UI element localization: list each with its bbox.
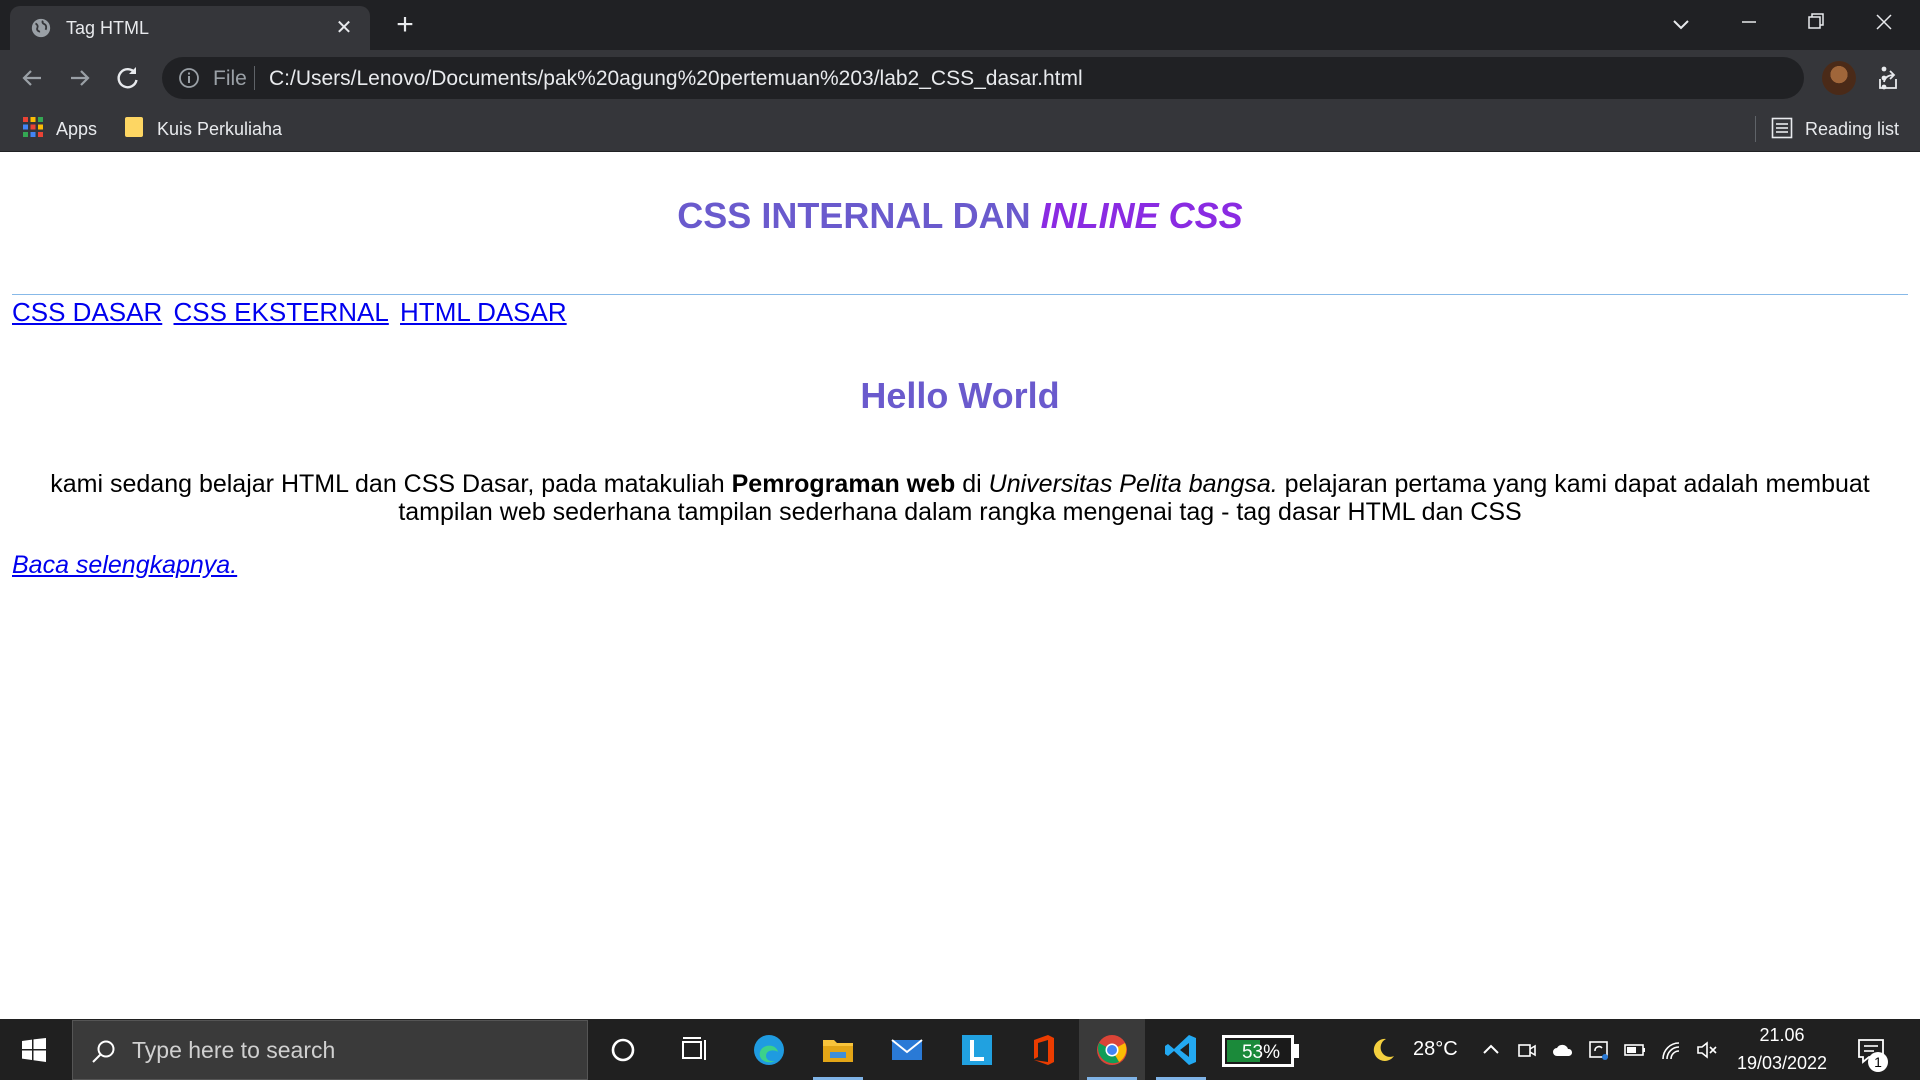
bookmark-apps[interactable]: Apps	[56, 114, 97, 144]
link-css-eksternal[interactable]: CSS EKSTERNAL	[174, 297, 389, 327]
battery-body: 53%	[1222, 1035, 1294, 1067]
clock-time[interactable]: 21.06	[1740, 1025, 1824, 1046]
tab-title: Tag HTML	[66, 18, 150, 38]
info-icon[interactable]	[178, 67, 200, 89]
link-css-dasar[interactable]: CSS DASAR	[12, 297, 162, 327]
browser-tab-strip: Tag HTML ✕ +	[0, 0, 1920, 50]
bookmark-kuis-perkuliaha[interactable]: Kuis Perkuliaha	[157, 114, 282, 144]
power-battery-icon[interactable]	[1623, 1038, 1647, 1062]
read-more-link[interactable]: Baca selengkapnya.	[12, 551, 237, 580]
battery-percent: 53%	[1241, 1042, 1281, 1063]
battery-tip	[1294, 1044, 1299, 1058]
address-bar[interactable]: File C:/Users/Lenovo/Documents/pak%20agu…	[162, 57, 1897, 99]
speaker-muted-icon[interactable]	[1695, 1038, 1719, 1062]
reading-list-icon	[1771, 117, 1793, 139]
profile-avatar[interactable]	[1822, 61, 1856, 95]
window-minimize-icon[interactable]	[1714, 0, 1782, 44]
omnibox-divider	[254, 66, 255, 90]
browser-toolbar: File C:/Users/Lenovo/Documents/pak%20agu…	[0, 50, 1920, 106]
browser-tab[interactable]: Tag HTML ✕	[10, 6, 370, 50]
page-nav-links: CSS DASAR CSS EKSTERNAL HTML DASAR	[12, 295, 571, 329]
search-placeholder: Type here to search	[132, 1037, 336, 1063]
intro-paragraph: kami sedang belajar HTML dan CSS Dasar, …	[12, 470, 1908, 526]
reading-list-button[interactable]: Reading list	[1805, 114, 1899, 144]
tab-search-chevron-icon[interactable]	[1666, 10, 1696, 40]
link-html-dasar[interactable]: HTML DASAR	[400, 297, 567, 327]
notification-count-badge: 1	[1868, 1052, 1888, 1072]
paragraph-bold: Pemrograman web	[731, 470, 956, 498]
meet-now-icon[interactable]	[1515, 1038, 1539, 1062]
tab-close-icon[interactable]: ✕	[332, 16, 356, 40]
chevron-up-icon[interactable]	[1479, 1038, 1503, 1062]
wifi-icon[interactable]	[1659, 1038, 1683, 1062]
windows-taskbar: Type here to search 53% 28°C 21.06 19/03…	[0, 1019, 1920, 1080]
mail-icon[interactable]	[874, 1019, 940, 1080]
taskbar-search-box[interactable]: Type here to search	[72, 1020, 588, 1080]
apps-grid-icon[interactable]	[22, 116, 44, 138]
vscode-icon[interactable]	[1148, 1019, 1214, 1080]
bookmarks-divider	[1755, 116, 1756, 142]
temperature[interactable]: 28°C	[1413, 1038, 1458, 1061]
chrome-icon[interactable]	[1079, 1019, 1145, 1080]
back-arrow-icon[interactable]	[16, 62, 48, 94]
kebab-menu-icon[interactable]	[1876, 64, 1892, 92]
task-view-icon[interactable]	[662, 1019, 728, 1080]
scheme-label: File	[213, 67, 247, 90]
office-icon[interactable]	[1011, 1019, 1077, 1080]
bookmarks-bar: Apps Kuis Perkuliaha Reading list	[0, 106, 1920, 152]
cortana-icon[interactable]	[590, 1019, 656, 1080]
search-icon	[92, 1040, 115, 1063]
sync-app-icon[interactable]	[1587, 1038, 1611, 1062]
onedrive-cloud-icon[interactable]	[1551, 1038, 1575, 1062]
clock-date[interactable]: 19/03/2022	[1734, 1053, 1830, 1074]
new-tab-icon[interactable]: +	[390, 10, 420, 40]
url-text[interactable]: C:/Users/Lenovo/Documents/pak%20agung%20…	[269, 67, 1083, 91]
paragraph-text-1: kami sedang belajar HTML dan CSS Dasar, …	[50, 470, 732, 498]
reload-icon[interactable]	[112, 62, 144, 94]
windows-start-icon[interactable]	[21, 1037, 47, 1063]
globe-icon	[31, 18, 51, 38]
paragraph-italic: Universitas Pelita bangsa.	[988, 470, 1278, 498]
page-heading: CSS INTERNAL DAN INLINE CSS	[0, 195, 1920, 237]
file-explorer-icon[interactable]	[805, 1019, 871, 1080]
moon-weather-icon[interactable]	[1367, 1035, 1397, 1065]
page-heading-text: CSS INTERNAL DAN	[677, 195, 1041, 236]
battery-indicator[interactable]: 53%	[1222, 1035, 1300, 1067]
window-close-icon[interactable]	[1850, 0, 1918, 44]
bookmark-folder-icon	[125, 117, 143, 137]
forward-arrow-icon[interactable]	[64, 62, 96, 94]
web-page: CSS INTERNAL DAN INLINE CSS CSS DASAR CS…	[0, 153, 1920, 1019]
edge-icon[interactable]	[736, 1019, 802, 1080]
hello-heading: Hello World	[860, 375, 1060, 416]
page-heading-italic: INLINE CSS	[1040, 195, 1243, 236]
paragraph-text-2: di	[955, 470, 989, 498]
l-app-icon[interactable]	[944, 1019, 1010, 1080]
window-restore-icon[interactable]	[1782, 0, 1850, 44]
